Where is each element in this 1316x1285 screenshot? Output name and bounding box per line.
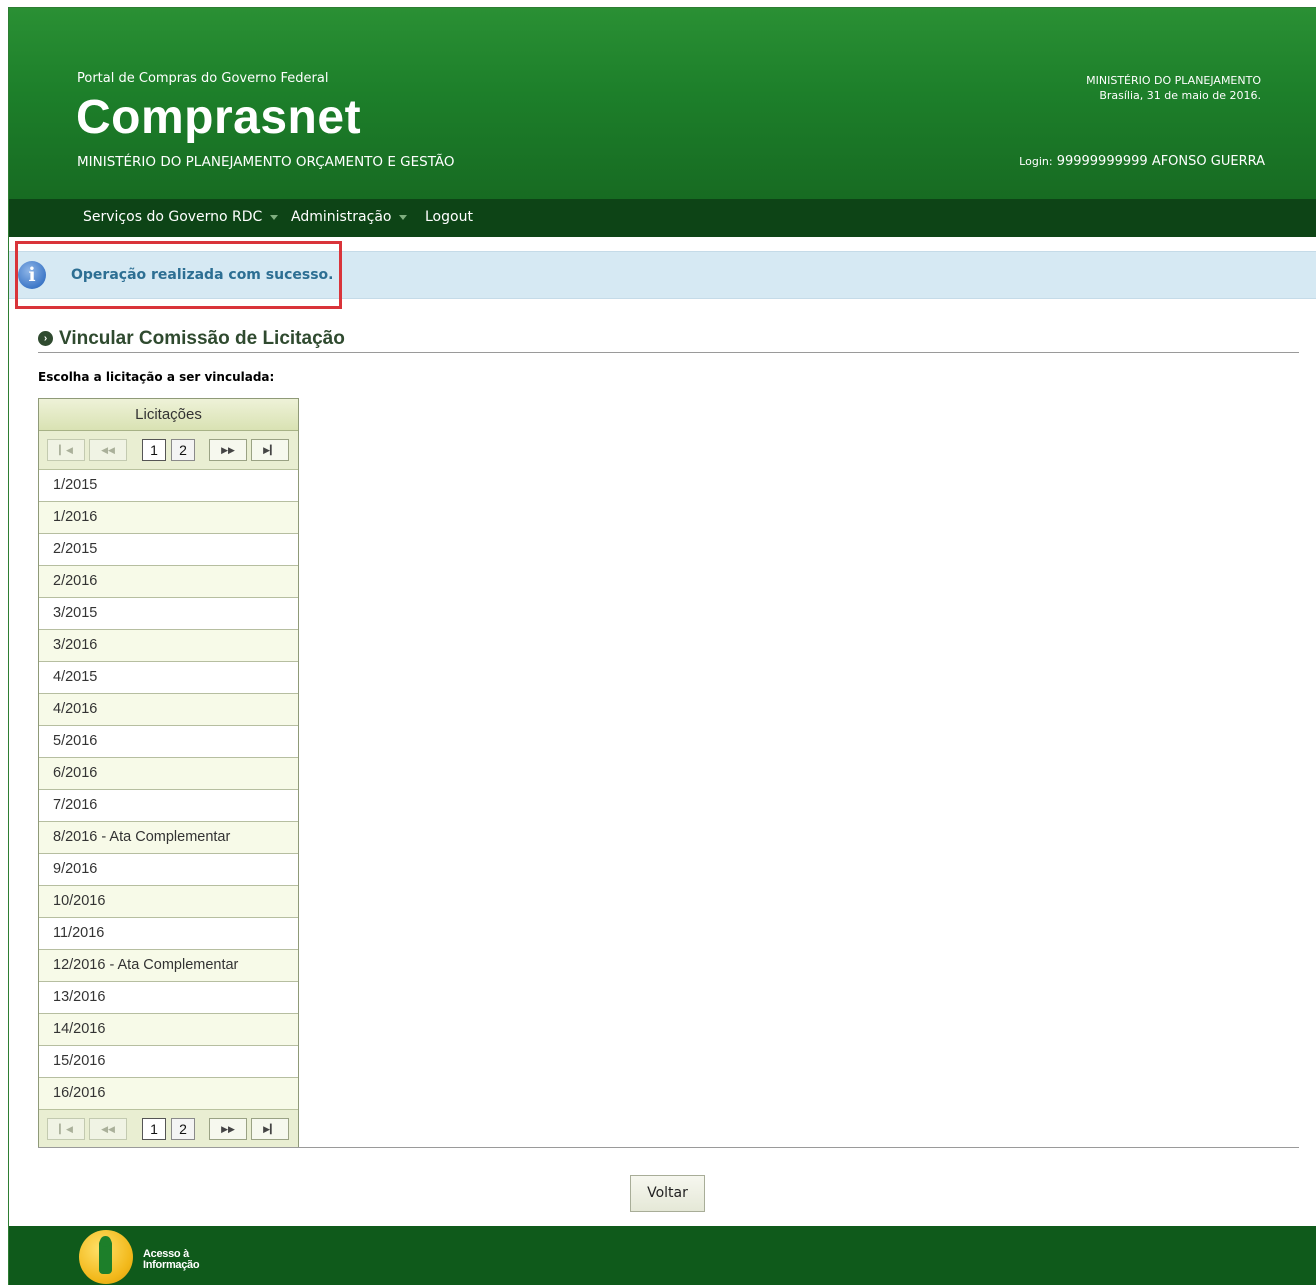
table-body: 1/2015 1/2016 2/2015 2/2016 3/2015 3/201… bbox=[39, 470, 298, 1109]
table-row[interactable]: 5/2016 bbox=[39, 726, 298, 758]
table-row[interactable]: 3/2016 bbox=[39, 630, 298, 662]
footer-logo-line-2: Informação bbox=[143, 1259, 200, 1271]
table-header: Licitações bbox=[39, 399, 298, 431]
next-page-button[interactable]: ▶▶ bbox=[209, 439, 247, 461]
section-title-text: Vincular Comissão de Licitação bbox=[59, 328, 345, 349]
prev-page-button[interactable]: ◀◀ bbox=[89, 439, 127, 461]
page-frame: Portal de Compras do Governo Federal Com… bbox=[8, 7, 1316, 1285]
site-footer: Acesso à Informação bbox=[9, 1226, 1316, 1285]
back-button[interactable]: Voltar bbox=[630, 1175, 705, 1212]
login-label: Login: bbox=[1019, 155, 1053, 168]
table-row[interactable]: 13/2016 bbox=[39, 982, 298, 1014]
divider bbox=[38, 1147, 1299, 1148]
table-row[interactable]: 6/2016 bbox=[39, 758, 298, 790]
caret-down-icon bbox=[399, 214, 408, 220]
nav-item-servicos[interactable]: Serviços do Governo RDC bbox=[83, 209, 279, 225]
table-row[interactable]: 4/2015 bbox=[39, 662, 298, 694]
highlight-box bbox=[15, 241, 342, 309]
table-row[interactable]: 10/2016 bbox=[39, 886, 298, 918]
page-1-button[interactable]: 1 bbox=[142, 439, 166, 461]
first-page-button[interactable]: ▎◀ bbox=[47, 1118, 85, 1140]
acesso-informacao-logo-icon[interactable] bbox=[79, 1230, 133, 1284]
caret-down-icon bbox=[270, 214, 279, 220]
nav-item-label: Administração bbox=[291, 209, 392, 225]
ministry-name: MINISTÉRIO DO PLANEJAMENTO ORÇAMENTO E G… bbox=[77, 154, 455, 170]
pager-bottom: ▎◀ ◀◀ 1 2 ▶▶ ▶▎ bbox=[39, 1109, 298, 1147]
nav-item-logout[interactable]: Logout bbox=[425, 209, 473, 225]
ministry-date-block: MINISTÉRIO DO PLANEJAMENTO Brasília, 31 … bbox=[1086, 73, 1261, 103]
page-2-button[interactable]: 2 bbox=[171, 1118, 195, 1140]
licitacoes-table: Licitações ▎◀ ◀◀ 1 2 ▶▶ ▶▎ 1/2015 1/2016… bbox=[38, 398, 299, 1148]
nav-item-label: Logout bbox=[425, 209, 473, 225]
page-2-button[interactable]: 2 bbox=[171, 439, 195, 461]
section-title: › Vincular Comissão de Licitação bbox=[38, 326, 1299, 353]
table-row[interactable]: 14/2016 bbox=[39, 1014, 298, 1046]
pager-top: ▎◀ ◀◀ 1 2 ▶▶ ▶▎ bbox=[39, 431, 298, 470]
table-row[interactable]: 9/2016 bbox=[39, 854, 298, 886]
last-page-button[interactable]: ▶▎ bbox=[251, 439, 289, 461]
page-1-button[interactable]: 1 bbox=[142, 1118, 166, 1140]
acesso-informacao-text[interactable]: Acesso à Informação bbox=[143, 1249, 200, 1271]
table-row[interactable]: 1/2015 bbox=[39, 470, 298, 502]
portal-subtitle: Portal de Compras do Governo Federal bbox=[77, 71, 329, 86]
table-row[interactable]: 3/2015 bbox=[39, 598, 298, 630]
site-header: Portal de Compras do Governo Federal Com… bbox=[9, 8, 1316, 199]
table-row[interactable]: 2/2015 bbox=[39, 534, 298, 566]
login-info: Login: 99999999999 AFONSO GUERRA bbox=[1019, 154, 1265, 169]
table-row[interactable]: 7/2016 bbox=[39, 790, 298, 822]
info-glyph-icon bbox=[99, 1236, 112, 1274]
table-row[interactable]: 4/2016 bbox=[39, 694, 298, 726]
main-nav: Serviços do Governo RDC Administração Lo… bbox=[9, 199, 1316, 237]
current-date: Brasília, 31 de maio de 2016. bbox=[1099, 89, 1261, 102]
next-page-button[interactable]: ▶▶ bbox=[209, 1118, 247, 1140]
last-page-button[interactable]: ▶▎ bbox=[251, 1118, 289, 1140]
table-row[interactable]: 16/2016 bbox=[39, 1078, 298, 1109]
login-user: 99999999999 AFONSO GUERRA bbox=[1056, 154, 1265, 169]
table-row[interactable]: 1/2016 bbox=[39, 502, 298, 534]
first-page-button[interactable]: ▎◀ bbox=[47, 439, 85, 461]
table-row[interactable]: 2/2016 bbox=[39, 566, 298, 598]
ministry-short: MINISTÉRIO DO PLANEJAMENTO bbox=[1086, 74, 1261, 87]
table-row[interactable]: 15/2016 bbox=[39, 1046, 298, 1078]
table-row[interactable]: 12/2016 - Ata Complementar bbox=[39, 950, 298, 982]
prev-page-button[interactable]: ◀◀ bbox=[89, 1118, 127, 1140]
table-row[interactable]: 8/2016 - Ata Complementar bbox=[39, 822, 298, 854]
app-title[interactable]: Comprasnet bbox=[76, 90, 361, 145]
nav-item-administracao[interactable]: Administração bbox=[291, 209, 408, 225]
nav-item-label: Serviços do Governo RDC bbox=[83, 209, 263, 225]
instruction-text: Escolha a licitação a ser vinculada: bbox=[38, 370, 275, 384]
chevron-right-icon: › bbox=[38, 330, 53, 346]
table-row[interactable]: 11/2016 bbox=[39, 918, 298, 950]
